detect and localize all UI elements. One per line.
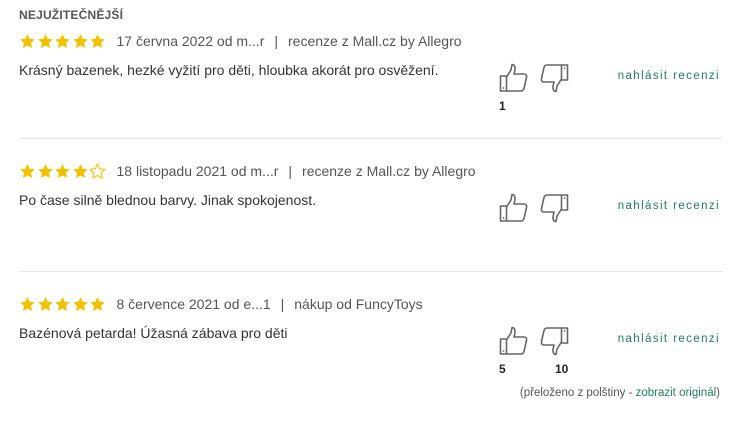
review-item: 18 listopadu 2021 od m...r | recenze z M… bbox=[19, 158, 722, 286]
thumbs-up-icon bbox=[499, 63, 529, 98]
review-item: 17 června 2022 od m...r | recenze z Mall… bbox=[19, 28, 722, 156]
thumbs-down-button[interactable] bbox=[539, 325, 569, 357]
thumbs-up-icon bbox=[499, 326, 529, 361]
translation-note: (přeloženo z polštiny - zobrazit originá… bbox=[520, 387, 720, 399]
review-date-author: 18 listopadu 2021 od m...r bbox=[116, 163, 279, 179]
thumbs-up-button[interactable] bbox=[499, 325, 529, 357]
translation-note-close: ) bbox=[716, 387, 720, 399]
section-heading: NEJUŽITEČNĚJŠÍ bbox=[19, 8, 124, 22]
like-count: 1 bbox=[499, 99, 506, 113]
rating-stars bbox=[19, 296, 107, 313]
meta-separator: | bbox=[280, 296, 285, 312]
star-filled-icon bbox=[55, 296, 70, 311]
star-filled-icon bbox=[72, 33, 88, 48]
star-filled-icon bbox=[55, 163, 70, 178]
translation-note-text: (přeloženo z polštiny - bbox=[519, 387, 636, 399]
star-filled-icon bbox=[37, 296, 53, 311]
star-filled-icon bbox=[90, 33, 105, 48]
rating-stars bbox=[19, 33, 107, 50]
review-meta: 17 června 2022 od m...r | recenze z Mall… bbox=[19, 32, 462, 50]
star-filled-icon bbox=[72, 296, 88, 311]
review-date-author: 17 června 2022 od m...r bbox=[116, 33, 265, 49]
star-filled-icon bbox=[55, 33, 70, 48]
show-original-link[interactable]: zobrazit originál bbox=[636, 387, 717, 399]
star-filled-icon bbox=[20, 33, 35, 48]
review-meta: 8 července 2021 od e...1 | nákup od Func… bbox=[19, 295, 423, 313]
thumbs-up-icon bbox=[499, 193, 529, 228]
star-filled-icon bbox=[90, 296, 105, 311]
star-filled-icon bbox=[20, 163, 35, 178]
thumbs-up-button[interactable] bbox=[499, 192, 529, 224]
thumbs-down-icon bbox=[539, 194, 569, 228]
rating-stars bbox=[19, 162, 107, 180]
review-divider bbox=[19, 271, 722, 272]
report-review-link[interactable]: nahlásit recenzi bbox=[618, 70, 720, 82]
meta-separator: | bbox=[288, 163, 293, 179]
dislike-count: 10 bbox=[555, 362, 569, 376]
star-filled-icon bbox=[72, 163, 88, 178]
thumbs-down-button[interactable] bbox=[539, 62, 569, 94]
review-text: Bazénová petarda! Úžasná zábava pro děti bbox=[19, 325, 288, 341]
report-review-link[interactable]: nahlásit recenzi bbox=[618, 333, 720, 345]
review-meta: 18 listopadu 2021 od m...r | recenze z M… bbox=[19, 162, 476, 180]
report-review-link[interactable]: nahlásit recenzi bbox=[618, 200, 720, 212]
meta-separator: | bbox=[274, 33, 279, 49]
review-date-author: 8 července 2021 od e...1 bbox=[116, 296, 271, 312]
review-text: Krásný bazenek, hezké vyžití pro děti, h… bbox=[19, 62, 439, 78]
star-empty-icon bbox=[89, 162, 106, 179]
star-filled-icon bbox=[37, 163, 53, 178]
star-filled-icon bbox=[20, 296, 35, 311]
thumbs-down-icon bbox=[539, 327, 569, 361]
thumbs-down-button[interactable] bbox=[539, 192, 569, 224]
star-filled-icon bbox=[37, 33, 53, 48]
review-source: recenze z Mall.cz by Allegro bbox=[302, 163, 476, 179]
thumbs-up-button[interactable] bbox=[499, 62, 529, 94]
review-text: Po čase silně blednou barvy. Jinak spoko… bbox=[19, 192, 317, 208]
thumbs-down-icon bbox=[539, 64, 569, 98]
review-source: recenze z Mall.cz by Allegro bbox=[288, 33, 462, 49]
review-item: 8 července 2021 od e...1 | nákup od Func… bbox=[19, 291, 722, 419]
review-divider bbox=[19, 138, 722, 139]
review-source: nákup od FuncyToys bbox=[294, 296, 423, 312]
like-count: 5 bbox=[499, 362, 506, 376]
